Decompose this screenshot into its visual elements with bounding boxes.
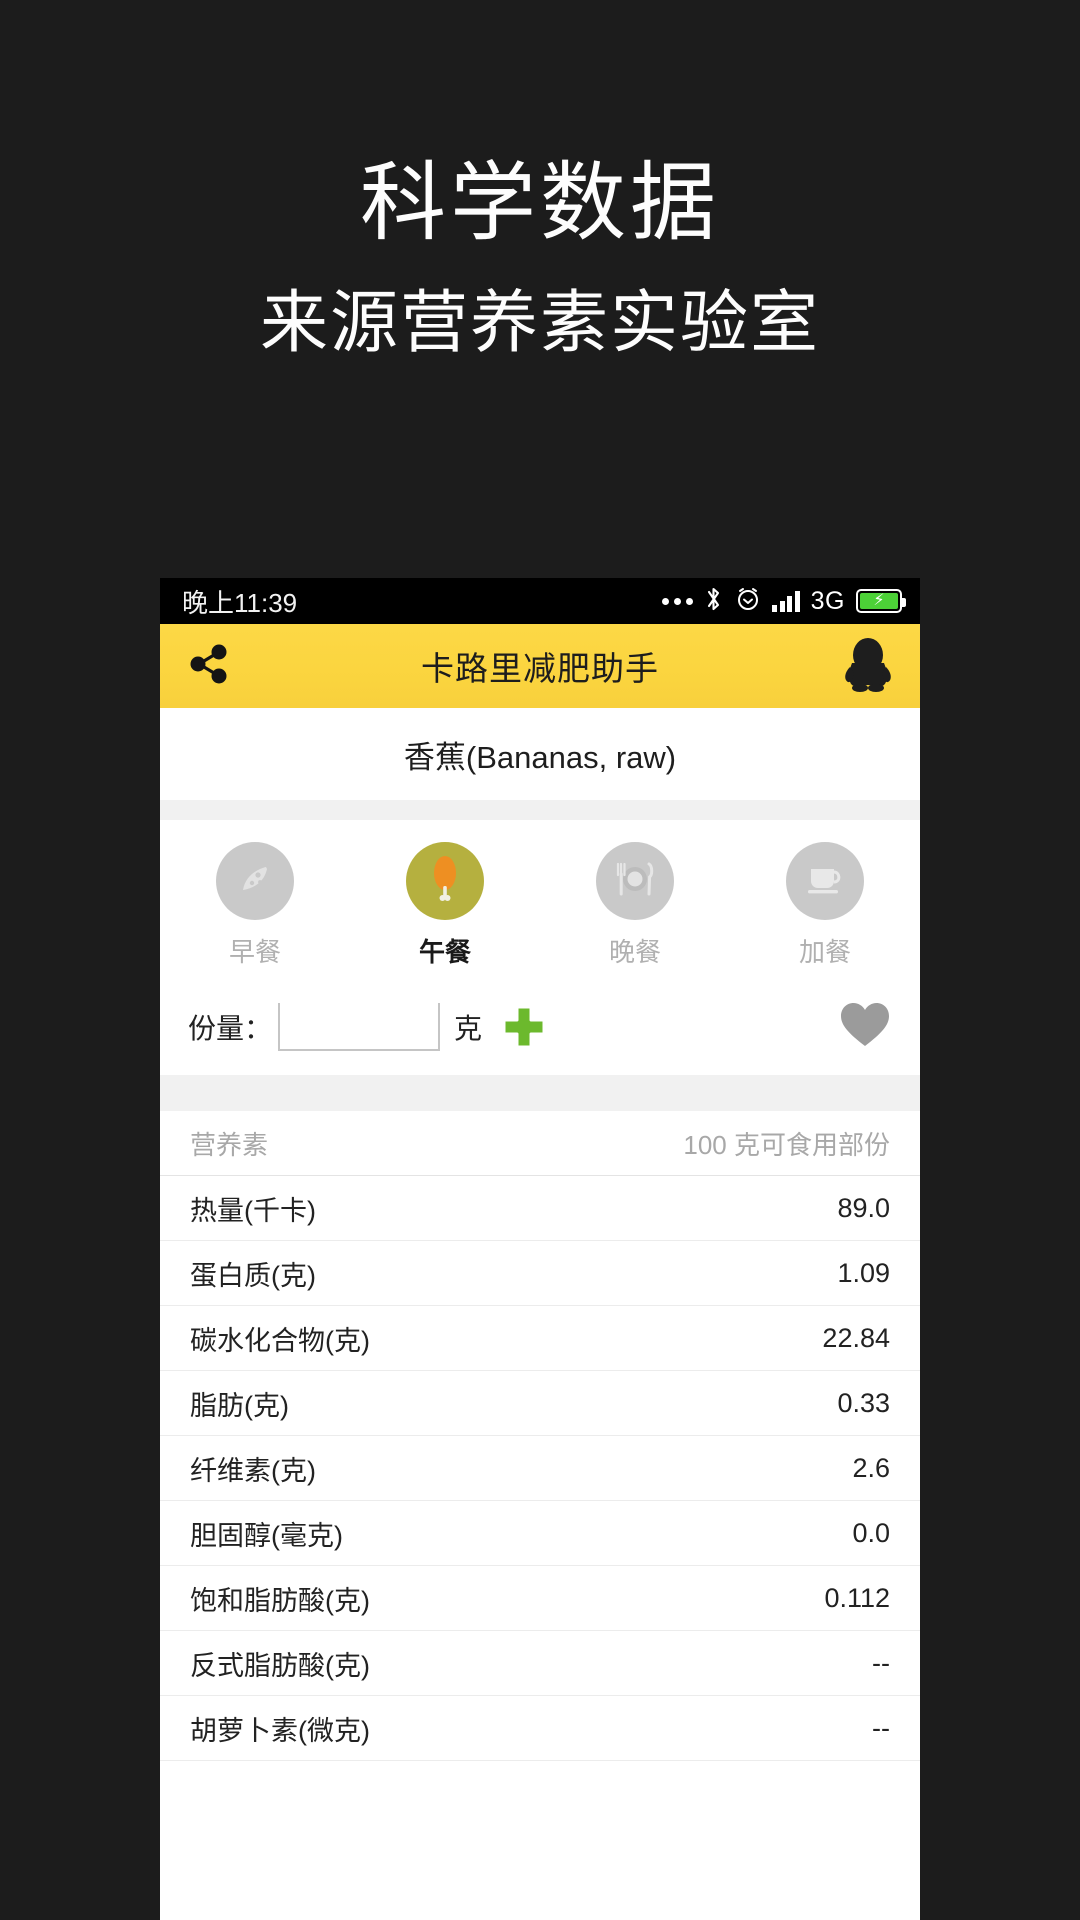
meal-tab-label: 加餐 xyxy=(798,937,851,967)
meal-tab-lunch[interactable]: 午餐 xyxy=(350,842,540,969)
snack-circle xyxy=(786,842,864,920)
nutrient-value: 0.0 xyxy=(852,1517,890,1548)
portion-row: 份量： 克 xyxy=(160,979,920,1075)
table-header-value: 100 克可食用部份 xyxy=(683,1129,890,1160)
meal-selector: 早餐 午餐 晚餐 加餐 xyxy=(160,820,920,979)
nutrient-name: 纤维素(克) xyxy=(190,1455,316,1486)
pizza-slice-icon xyxy=(234,858,276,905)
table-row: 胡萝卜素(微克) -- xyxy=(160,1696,920,1761)
status-bar: 晚上11:39 3G ⚡ xyxy=(160,578,920,624)
nutrient-name: 蛋白质(克) xyxy=(190,1260,316,1291)
nutrient-name: 饱和脂肪酸(克) xyxy=(190,1585,370,1616)
table-row: 纤维素(克) 2.6 xyxy=(160,1436,920,1501)
table-row: 饱和脂肪酸(克) 0.112 xyxy=(160,1566,920,1631)
food-title-row: 香蕉(Bananas, raw) xyxy=(160,708,920,800)
meal-tab-label: 午餐 xyxy=(418,937,471,967)
app-bar: 卡路里减肥助手 xyxy=(160,624,920,708)
table-divider xyxy=(160,1075,920,1111)
share-button[interactable] xyxy=(186,641,232,692)
favorite-button[interactable] xyxy=(838,1000,892,1055)
breakfast-circle xyxy=(216,842,294,920)
nutrient-value: 22.84 xyxy=(822,1322,890,1353)
portion-input[interactable] xyxy=(278,1003,441,1051)
nutrient-value: 89.0 xyxy=(837,1192,890,1223)
nutrition-table: 营养素 100 克可食用部份 热量(千卡) 89.0 蛋白质(克) 1.09 碳… xyxy=(160,1111,920,1761)
dinner-circle xyxy=(596,842,674,920)
portion-label: 份量： xyxy=(188,1013,273,1044)
battery-charging-icon: ⚡ xyxy=(856,589,906,613)
chicken-drumstick-icon xyxy=(424,853,466,910)
profile-button[interactable] xyxy=(842,635,894,698)
bluetooth-icon xyxy=(704,586,724,617)
nutrient-value: 0.33 xyxy=(837,1387,890,1418)
table-header-name: 营养素 xyxy=(190,1129,269,1160)
nutrient-value: -- xyxy=(872,1712,890,1743)
coffee-cup-icon xyxy=(802,859,848,904)
share-icon xyxy=(186,641,232,692)
meal-tab-dinner[interactable]: 晚餐 xyxy=(540,842,730,969)
nutrient-name: 反式脂肪酸(克) xyxy=(190,1650,370,1681)
qq-penguin-icon xyxy=(842,635,894,698)
plus-icon xyxy=(498,1005,550,1057)
promo-banner: 科学数据 来源营养素实验室 xyxy=(0,0,1080,575)
phone-screen: 晚上11:39 3G ⚡ 卡路里减肥助手 香蕉(Bananas, raw) 早餐… xyxy=(160,578,920,1920)
section-divider xyxy=(160,800,920,820)
meal-tab-breakfast[interactable]: 早餐 xyxy=(160,842,350,969)
heart-icon xyxy=(838,1000,892,1055)
table-row: 胆固醇(毫克) 0.0 xyxy=(160,1501,920,1566)
meal-tab-label: 晚餐 xyxy=(608,937,661,967)
portion-unit-label: 克 xyxy=(454,1013,483,1044)
app-bar-title: 卡路里减肥助手 xyxy=(421,650,659,687)
status-time: 晚上11:39 xyxy=(182,587,298,618)
promo-title: 科学数据 xyxy=(360,155,720,251)
nutrient-value: 1.09 xyxy=(837,1257,890,1288)
nutrient-name: 碳水化合物(克) xyxy=(190,1325,370,1356)
food-title: 香蕉(Bananas, raw) xyxy=(403,739,677,775)
promo-subtitle: 来源营养素实验室 xyxy=(259,285,820,362)
table-row: 碳水化合物(克) 22.84 xyxy=(160,1306,920,1371)
network-type-label: 3G xyxy=(810,586,845,615)
more-dots-icon xyxy=(662,597,694,605)
nutrient-value: 0.112 xyxy=(824,1582,890,1613)
nutrient-name: 脂肪(克) xyxy=(190,1390,289,1421)
nutrient-name: 胡萝卜素(微克) xyxy=(190,1715,370,1746)
meal-tab-snack[interactable]: 加餐 xyxy=(730,842,920,969)
lunch-circle xyxy=(406,842,484,920)
nutrient-name: 胆固醇(毫克) xyxy=(190,1520,343,1551)
alarm-clock-icon xyxy=(735,586,761,617)
plate-cutlery-icon xyxy=(611,857,659,906)
add-portion-button[interactable] xyxy=(498,1001,550,1053)
table-row: 脂肪(克) 0.33 xyxy=(160,1371,920,1436)
table-row: 蛋白质(克) 1.09 xyxy=(160,1241,920,1306)
nutrient-value: 2.6 xyxy=(852,1452,890,1483)
table-row: 反式脂肪酸(克) -- xyxy=(160,1631,920,1696)
table-header-row: 营养素 100 克可食用部份 xyxy=(160,1111,920,1176)
signal-bars-icon xyxy=(772,590,800,612)
nutrient-value: -- xyxy=(872,1647,890,1678)
table-row: 热量(千卡) 89.0 xyxy=(160,1176,920,1241)
nutrient-name: 热量(千卡) xyxy=(190,1195,316,1226)
meal-tab-label: 早餐 xyxy=(228,937,281,967)
status-icons: 3G ⚡ xyxy=(662,586,906,617)
